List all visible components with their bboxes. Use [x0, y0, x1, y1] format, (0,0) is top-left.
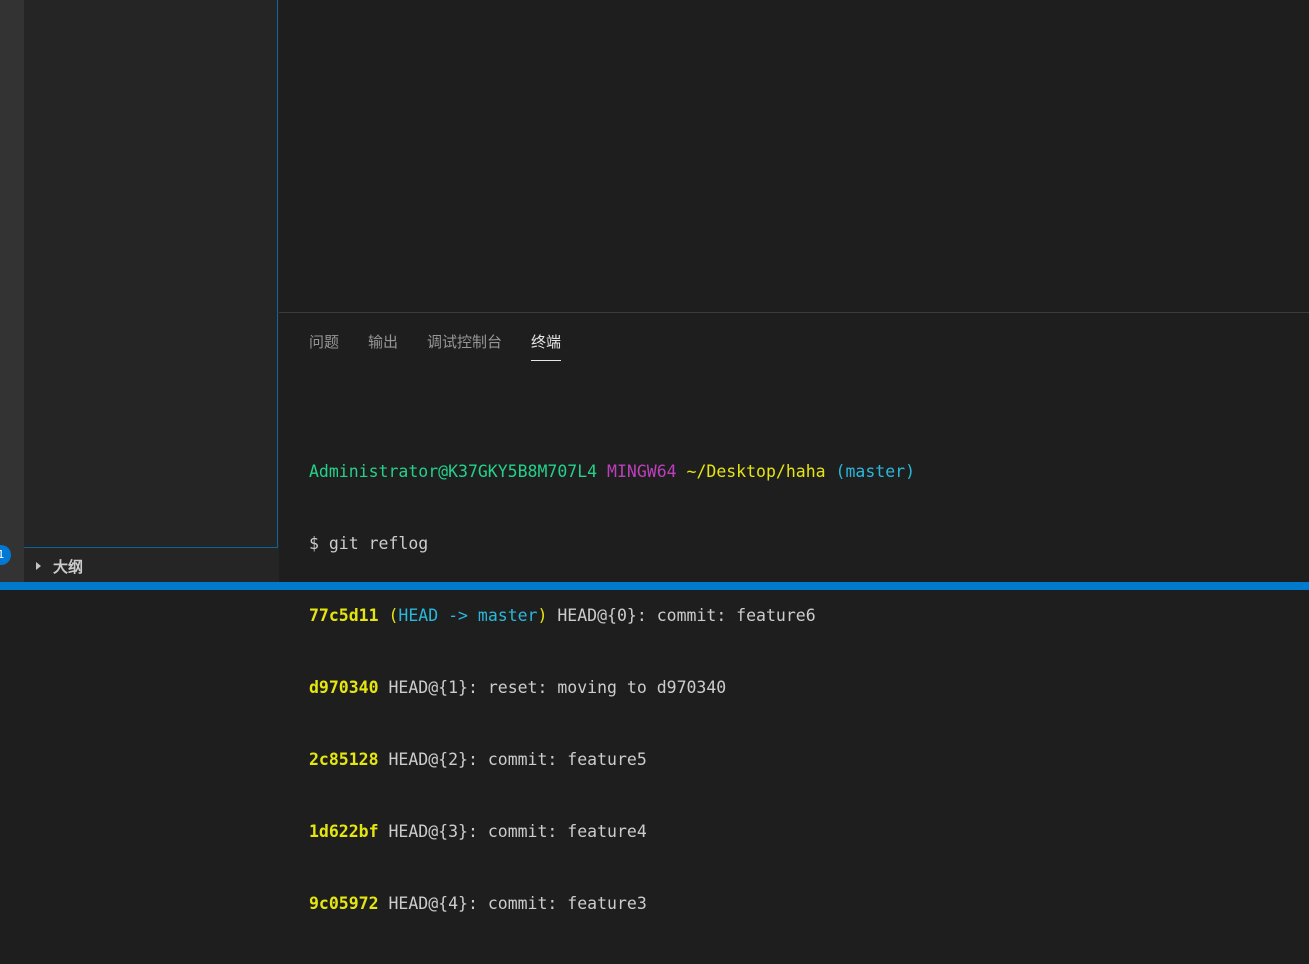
status-bar: [0, 582, 1309, 590]
tab-debug-console[interactable]: 调试控制台: [427, 331, 502, 361]
reflog-entry: 2c85128 HEAD@{2}: commit: feature5: [309, 748, 1299, 772]
sidebar: 大纲: [24, 0, 279, 582]
activity-bar: 1: [0, 0, 24, 582]
chevron-right-icon[interactable]: [36, 562, 41, 570]
ref-paren-open: (: [388, 606, 399, 625]
head-ref: HEAD -> master: [398, 606, 538, 625]
reflog-text: HEAD@{3}: commit: feature4: [388, 822, 647, 841]
commit-hash: 1d622bf: [309, 822, 379, 841]
bottom-panel: 问题 输出 调试控制台 终端 Administrator@K37GKY5B8M7…: [279, 312, 1309, 913]
reflog-entry: 77c5d11 (HEAD -> master) HEAD@{0}: commi…: [309, 604, 1299, 628]
tab-terminal[interactable]: 终端: [531, 331, 562, 361]
reflog-text: HEAD@{1}: reset: moving to d970340: [388, 678, 727, 697]
terminal-prompt: Administrator@K37GKY5B8M707L4 MINGW64 ~/…: [309, 460, 1299, 484]
commit-hash: 2c85128: [309, 750, 379, 769]
editor-area[interactable]: [279, 0, 1309, 312]
reflog-text: HEAD@{4}: commit: feature3: [388, 894, 647, 913]
reflog-entry: 9c05972 HEAD@{4}: commit: feature3: [309, 892, 1299, 916]
prompt-system: MINGW64: [607, 462, 677, 481]
prompt-user-host: Administrator@K37GKY5B8M707L4: [309, 462, 598, 481]
tab-output[interactable]: 输出: [368, 331, 398, 361]
commit-hash: d970340: [309, 678, 379, 697]
reflog-entry: 1d622bf HEAD@{3}: commit: feature4: [309, 820, 1299, 844]
commit-hash: 77c5d11: [309, 606, 379, 625]
explorer-panel[interactable]: [24, 0, 278, 548]
prompt-branch: (master): [835, 462, 916, 481]
reflog-text: HEAD@{0}: commit: feature6: [557, 606, 816, 625]
outline-label: 大纲: [53, 557, 84, 576]
commit-hash: 9c05972: [309, 894, 379, 913]
terminal-output[interactable]: Administrator@K37GKY5B8M707L4 MINGW64 ~/…: [309, 412, 1299, 964]
terminal-command: $ git reflog: [309, 534, 429, 553]
reflog-entry: d970340 HEAD@{1}: reset: moving to d9703…: [309, 676, 1299, 700]
reflog-text: HEAD@{2}: commit: feature5: [388, 750, 647, 769]
prompt-path: ~/Desktop/haha: [686, 462, 826, 481]
outline-section-header[interactable]: 大纲: [24, 550, 279, 582]
notification-badge[interactable]: 1: [0, 545, 11, 565]
ref-paren-close: ): [537, 606, 548, 625]
tab-problems[interactable]: 问题: [309, 331, 339, 361]
panel-tabs: 问题 输出 调试控制台 终端: [309, 331, 562, 361]
